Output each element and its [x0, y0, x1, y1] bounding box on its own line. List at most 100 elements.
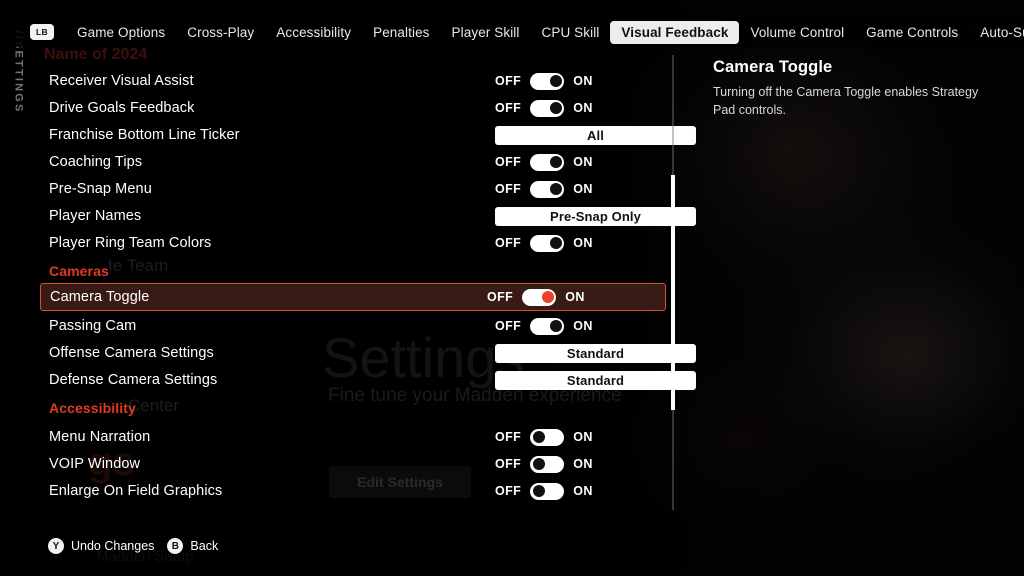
- setting-row-franchise-bottom-line-ticker[interactable]: Franchise Bottom Line Ticker All: [40, 122, 696, 148]
- switch-track[interactable]: [522, 288, 557, 306]
- switch-knob: [549, 75, 562, 87]
- toggle-control[interactable]: OFF ON: [495, 424, 593, 450]
- off-on-switch[interactable]: OFF ON: [495, 153, 593, 171]
- switch-knob: [549, 156, 562, 168]
- off-on-switch[interactable]: OFF ON: [495, 482, 593, 500]
- switch-track[interactable]: [530, 234, 565, 252]
- switch-knob: [549, 320, 562, 332]
- tab-volume-control[interactable]: Volume Control: [739, 21, 855, 44]
- off-on-switch[interactable]: OFF ON: [495, 317, 593, 335]
- switch-knob: [549, 102, 562, 114]
- off-on-switch[interactable]: OFF ON: [495, 428, 593, 446]
- action-label: Undo Changes: [71, 539, 155, 553]
- select-value[interactable]: Standard: [495, 370, 696, 390]
- setting-label: Player Names: [49, 208, 142, 224]
- setting-row-camera-toggle[interactable]: Camera Toggle OFF ON: [40, 283, 666, 311]
- select-control[interactable]: Standard: [495, 340, 696, 366]
- switch-track[interactable]: [530, 72, 565, 90]
- action-back[interactable]: B Back: [167, 538, 218, 554]
- select-control[interactable]: Standard: [495, 367, 696, 393]
- toggle-off-label: OFF: [495, 155, 522, 169]
- switch-track[interactable]: [530, 99, 565, 117]
- info-panel-title: Camera Toggle: [713, 58, 833, 76]
- settings-screen: Name of 2024 te Team Settings Fine tune …: [0, 0, 1024, 576]
- tab-auto-subs[interactable]: Auto-Subs: [969, 21, 1024, 44]
- toggle-off-label: OFF: [495, 74, 522, 88]
- select-value[interactable]: Standard: [495, 343, 696, 363]
- off-on-switch[interactable]: OFF ON: [487, 288, 585, 306]
- toggle-control[interactable]: OFF ON: [487, 284, 585, 310]
- tab-penalties[interactable]: Penalties: [362, 21, 440, 44]
- tab-accessibility[interactable]: Accessibility: [265, 21, 362, 44]
- toggle-off-label: OFF: [495, 101, 522, 115]
- tab-bar: LB Game Options Cross-Play Accessibility Pe…: [0, 17, 1024, 47]
- toggle-on-label: ON: [573, 484, 593, 498]
- toggle-off-label: OFF: [487, 290, 514, 304]
- toggle-control[interactable]: OFF ON: [495, 313, 593, 339]
- setting-label: Cameras: [49, 263, 109, 279]
- switch-knob: [532, 485, 545, 497]
- setting-label: Passing Cam: [49, 318, 137, 334]
- setting-label: Pre-Snap Menu: [49, 181, 152, 197]
- toggle-control[interactable]: OFF ON: [495, 68, 593, 94]
- setting-row-enlarge-on-field-graphics[interactable]: Enlarge On Field Graphics OFF ON: [40, 478, 666, 504]
- switch-track[interactable]: [530, 317, 565, 335]
- toggle-on-label: ON: [573, 101, 593, 115]
- toggle-control[interactable]: OFF ON: [495, 149, 593, 175]
- off-on-switch[interactable]: OFF ON: [495, 180, 593, 198]
- switch-knob: [549, 183, 562, 195]
- select-value[interactable]: Pre-Snap Only: [495, 206, 696, 226]
- select-value[interactable]: All: [495, 125, 696, 145]
- off-on-switch[interactable]: OFF ON: [495, 234, 593, 252]
- setting-label: VOIP Window: [49, 456, 141, 472]
- toggle-control[interactable]: OFF ON: [495, 230, 593, 256]
- info-panel: Camera Toggle Turning off the Camera Tog…: [713, 58, 1003, 120]
- setting-row-voip-window[interactable]: VOIP Window OFF ON: [40, 451, 666, 477]
- tab-player-skill[interactable]: Player Skill: [441, 21, 531, 44]
- off-on-switch[interactable]: OFF ON: [495, 99, 593, 117]
- tab-visual-feedback[interactable]: Visual Feedback: [610, 20, 740, 44]
- setting-row-pre-snap-menu[interactable]: Pre-Snap Menu OFF ON: [40, 176, 666, 202]
- switch-track[interactable]: [530, 482, 565, 500]
- setting-label: Accessibility: [49, 400, 136, 416]
- setting-row-player-names[interactable]: Player Names Pre-Snap Only: [40, 203, 696, 229]
- setting-row-menu-narration[interactable]: Menu Narration OFF ON: [40, 424, 666, 450]
- toggle-on-label: ON: [573, 182, 593, 196]
- setting-label: Coaching Tips: [49, 154, 143, 170]
- setting-row-coaching-tips[interactable]: Coaching Tips OFF ON: [40, 149, 666, 175]
- setting-row-drive-goals-feedback[interactable]: Drive Goals Feedback OFF ON: [40, 95, 666, 121]
- switch-knob: [532, 431, 545, 443]
- scrollbar-thumb[interactable]: [671, 175, 675, 410]
- off-on-switch[interactable]: OFF ON: [495, 455, 593, 473]
- tab-game-options[interactable]: Game Options: [66, 21, 176, 44]
- button-glyph-y-icon: Y: [48, 538, 64, 554]
- setting-row-receiver-visual-assist[interactable]: Receiver Visual Assist OFF ON: [40, 68, 666, 94]
- action-label: Back: [190, 539, 219, 553]
- left-bumper-icon[interactable]: LB: [30, 24, 54, 40]
- section-header-accessibility: Accessibility: [40, 395, 666, 421]
- switch-track[interactable]: [530, 180, 565, 198]
- tab-cpu-skill[interactable]: CPU Skill: [531, 21, 611, 44]
- tab-cross-play[interactable]: Cross-Play: [176, 21, 265, 44]
- toggle-off-label: OFF: [495, 236, 522, 250]
- select-control[interactable]: All: [495, 122, 696, 148]
- setting-row-player-ring-team-colors[interactable]: Player Ring Team Colors OFF ON: [40, 230, 666, 256]
- setting-row-defense-camera-settings[interactable]: Defense Camera Settings Standard: [40, 367, 696, 393]
- setting-label: Franchise Bottom Line Ticker: [49, 127, 240, 143]
- toggle-control[interactable]: OFF ON: [495, 176, 593, 202]
- select-control[interactable]: Pre-Snap Only: [495, 203, 696, 229]
- switch-track[interactable]: [530, 428, 565, 446]
- off-on-switch[interactable]: OFF ON: [495, 72, 593, 90]
- setting-label: Camera Toggle: [50, 289, 150, 305]
- tab-game-controls[interactable]: Game Controls: [855, 21, 969, 44]
- toggle-on-label: ON: [573, 430, 593, 444]
- switch-track[interactable]: [530, 153, 565, 171]
- action-undo-changes[interactable]: Y Undo Changes: [48, 538, 154, 554]
- setting-row-offense-camera-settings[interactable]: Offense Camera Settings Standard: [40, 340, 696, 366]
- toggle-control[interactable]: OFF ON: [495, 95, 593, 121]
- toggle-control[interactable]: OFF ON: [495, 478, 593, 504]
- setting-row-passing-cam[interactable]: Passing Cam OFF ON: [40, 313, 666, 339]
- switch-track[interactable]: [530, 455, 565, 473]
- setting-label: Player Ring Team Colors: [49, 235, 212, 251]
- toggle-control[interactable]: OFF ON: [495, 451, 593, 477]
